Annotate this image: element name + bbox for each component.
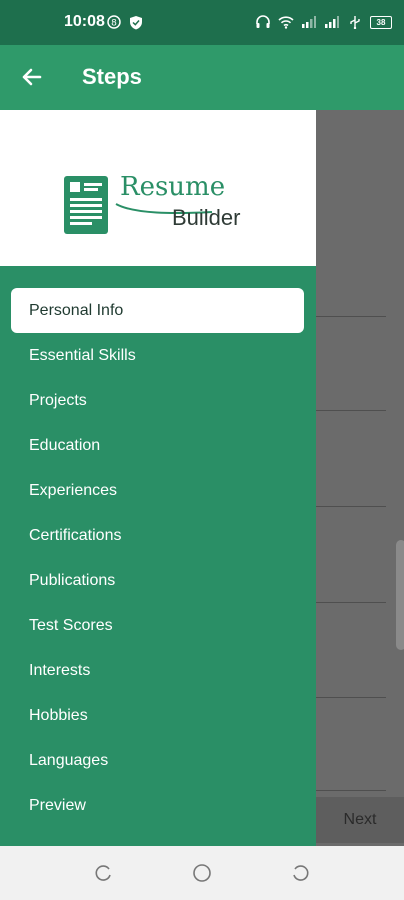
next-button[interactable]: Next <box>316 797 404 843</box>
menu-item-test-scores[interactable]: Test Scores <box>11 603 304 648</box>
logo-word-builder: Builder <box>172 205 241 230</box>
svg-text:8: 8 <box>111 19 117 29</box>
status-left-icons: 8 <box>106 13 144 31</box>
menu-item-education[interactable]: Education <box>11 423 304 468</box>
logo-word-resume: Resume <box>120 172 226 202</box>
back-arrow-icon[interactable] <box>18 63 46 91</box>
scroll-handle[interactable] <box>396 540 404 650</box>
menu-item-projects[interactable]: Projects <box>11 378 304 423</box>
status-bar: 10:08 8 38 <box>0 0 404 45</box>
home-icon[interactable] <box>192 863 212 883</box>
data-saver-icon: 8 <box>106 13 122 31</box>
menu-item-preview[interactable]: Preview <box>11 783 304 828</box>
signal-icon-1 <box>301 13 317 31</box>
app-logo: Resume Builder <box>64 172 254 238</box>
drawer-header: Resume Builder <box>0 110 316 266</box>
app-bar: Steps <box>0 45 404 110</box>
navigation-drawer: Resume Builder Personal Info Essential S… <box>0 110 316 846</box>
divider <box>316 697 386 698</box>
menu-item-essential-skills[interactable]: Essential Skills <box>11 333 304 378</box>
system-nav-bar <box>0 846 404 900</box>
status-right-icons: 38 <box>255 13 392 31</box>
wifi-icon <box>278 13 294 31</box>
menu-item-languages[interactable]: Languages <box>11 738 304 783</box>
shield-icon <box>128 13 144 31</box>
menu-item-publications[interactable]: Publications <box>11 558 304 603</box>
back-nav-icon[interactable] <box>290 863 310 883</box>
divider <box>316 790 386 791</box>
headphones-icon <box>255 13 271 31</box>
menu-item-hobbies[interactable]: Hobbies <box>11 693 304 738</box>
page-title: Steps <box>82 64 142 89</box>
divider <box>316 602 386 603</box>
menu-item-personal-info[interactable]: Personal Info <box>11 288 304 333</box>
divider <box>316 316 386 317</box>
recents-icon[interactable] <box>94 863 114 883</box>
signal-icon-2 <box>324 13 340 31</box>
battery-indicator: 38 <box>370 15 392 29</box>
divider <box>316 410 386 411</box>
status-time: 10:08 <box>64 13 105 30</box>
menu-item-experiences[interactable]: Experiences <box>11 468 304 513</box>
menu-item-interests[interactable]: Interests <box>11 648 304 693</box>
usb-icon <box>347 13 363 31</box>
divider <box>316 506 386 507</box>
resume-document-icon <box>64 176 108 234</box>
menu-item-certifications[interactable]: Certifications <box>11 513 304 558</box>
